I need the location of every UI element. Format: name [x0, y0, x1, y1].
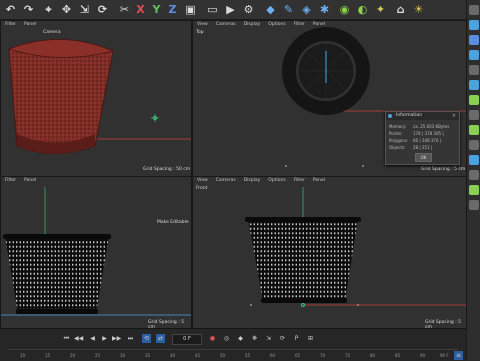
uv-mode-icon[interactable] — [469, 65, 479, 75]
tick-90: 90 — [420, 353, 426, 358]
end-frame-label: 90 F — [440, 353, 449, 358]
timeline-bar: ⏮ ◀◀ ◀ ▶ ▶▶ ⏭ ⟲ ⇄ 0 F ● ◎ ◆ ✥ ⇲ ⟳ P ⊞ 10… — [0, 328, 466, 361]
camera-icon[interactable]: ⌂ — [394, 3, 407, 16]
tick-55: 55 — [245, 353, 251, 358]
basket-right-view — [1, 187, 191, 316]
info-icon — [388, 114, 392, 118]
play-icon[interactable]: ▶ — [100, 334, 109, 343]
autokey-icon[interactable]: ◎ — [222, 334, 231, 343]
tick-75: 75 — [345, 353, 351, 358]
field-icon[interactable]: ✦ — [374, 3, 387, 16]
param-key-icon[interactable]: P — [292, 334, 301, 343]
tick-20: 20 — [70, 353, 76, 358]
undo-icon[interactable]: ↶ — [4, 3, 17, 16]
y-axis-icon[interactable]: Y — [150, 3, 163, 16]
sculpt-icon[interactable] — [469, 200, 479, 210]
ok-button[interactable]: OK — [415, 153, 432, 162]
render-view-icon[interactable]: ▶ — [224, 3, 237, 16]
tick-15: 15 — [45, 353, 51, 358]
record-icon[interactable]: ● — [208, 334, 217, 343]
tick-60: 60 — [270, 353, 276, 358]
basket-front-view — [245, 187, 466, 307]
array-icon[interactable]: ✱ — [318, 3, 331, 16]
lock-icon[interactable] — [469, 140, 479, 150]
axis-mode-icon[interactable] — [469, 80, 479, 90]
dialog-header: Information × — [386, 112, 459, 120]
solo-icon[interactable] — [469, 155, 479, 165]
tick-70: 70 — [320, 353, 326, 358]
viewport-right[interactable]: Filter Panel Make Editable Grid Spacing :… — [0, 176, 192, 330]
select-icon[interactable]: ⌖ — [42, 3, 55, 16]
tick-85: 85 — [395, 353, 401, 358]
light-icon[interactable]: ☀ — [412, 3, 425, 16]
tick-80: 80 — [370, 353, 376, 358]
info-points-label: Points: — [389, 131, 403, 136]
tick-50: 50 — [220, 353, 226, 358]
timeline-ruler[interactable] — [8, 349, 458, 350]
close-icon[interactable]: × — [452, 112, 456, 120]
scale-key-icon[interactable]: ⇲ — [264, 334, 273, 343]
viewport-perspective[interactable]: Filter Panel Camera Grid Spacing : 50 cm — [0, 20, 192, 177]
move-icon[interactable]: ✥ — [60, 3, 73, 16]
timeline-settings-icon[interactable]: ≡ — [454, 351, 463, 360]
coordinate-system-icon[interactable]: ▣ — [184, 3, 197, 16]
tick-45: 45 — [195, 353, 201, 358]
paint-icon[interactable] — [469, 185, 479, 195]
next-frame-icon[interactable]: ▶▶ — [112, 334, 121, 343]
tick-30: 30 — [120, 353, 126, 358]
info-points-value: 178 | 378 305 | — [413, 131, 444, 136]
info-objects-label: Objects: — [389, 145, 406, 150]
position-key-icon[interactable]: ✥ — [250, 334, 259, 343]
pen-icon[interactable]: ✎ — [282, 3, 295, 16]
rotate-icon[interactable]: ⟳ — [96, 3, 109, 16]
keyframe-icon[interactable]: ◆ — [236, 334, 245, 343]
workplane-icon[interactable] — [469, 110, 479, 120]
snap-icon[interactable]: ✂ — [118, 3, 131, 16]
tweak-icon[interactable] — [469, 170, 479, 180]
points-mode-icon[interactable] — [469, 20, 479, 30]
info-polygons-value: 66 | 348 376 | — [413, 138, 442, 143]
grid-spacing-label: Grid Spacing : 5 cm — [421, 167, 466, 172]
go-to-start-icon[interactable]: ⏮ — [62, 334, 71, 343]
tick-65: 65 — [295, 353, 301, 358]
go-to-end-icon[interactable]: ⏭ — [126, 334, 135, 343]
prev-key-icon[interactable]: ◀◀ — [74, 334, 83, 343]
basket-perspective-render — [7, 38, 191, 154]
subdivision-icon[interactable]: ◈ — [300, 3, 313, 16]
information-dialog: Information × Memory: ca. 25 603 KBytes … — [385, 111, 460, 165]
tick-40: 40 — [170, 353, 176, 358]
right-toolbar — [466, 0, 480, 360]
texture-mode-icon[interactable] — [469, 95, 479, 105]
scale-icon[interactable]: ⇲ — [78, 3, 91, 16]
z-axis-icon[interactable]: Z — [166, 3, 179, 16]
x-axis-icon[interactable]: X — [134, 3, 147, 16]
info-memory-value: ca. 25 603 KBytes — [413, 124, 450, 129]
viewport-front[interactable]: View Cameras Display Options Filter Panel Fro… — [192, 176, 467, 330]
deformer-icon[interactable]: ◉ — [338, 3, 351, 16]
tick-35: 35 — [145, 353, 151, 358]
tick-10: 10 — [20, 353, 26, 358]
loop-icon[interactable]: ⟲ — [142, 334, 151, 343]
edges-mode-icon[interactable] — [469, 35, 479, 45]
info-polygons-label: Polygons: — [389, 138, 409, 143]
current-frame-field[interactable]: 0 F — [172, 334, 202, 345]
render-region-icon[interactable]: ▭ — [206, 3, 219, 16]
redo-icon[interactable]: ↷ — [22, 3, 35, 16]
main-toolbar: ↶ ↷ ⌖ ✥ ⇲ ⟳ ✂ X Y Z ▣ ▭ ▶ ⚙ ◆ ✎ ◈ ✱ ◉ ◐ … — [0, 0, 466, 20]
key-mode-icon[interactable]: ⇄ — [156, 334, 165, 343]
info-memory-label: Memory: — [389, 124, 407, 129]
effector-icon[interactable]: ◐ — [356, 3, 369, 16]
info-objects-value: 28 | 251 | — [413, 145, 433, 150]
point-level-icon[interactable]: ⊞ — [306, 334, 315, 343]
grid-spacing-label: Grid Spacing : 50 cm — [143, 167, 191, 172]
tick-25: 25 — [95, 353, 101, 358]
cube-icon[interactable]: ◆ — [264, 3, 277, 16]
rotation-key-icon[interactable]: ⟳ — [278, 334, 287, 343]
model-mode-icon[interactable] — [469, 5, 479, 15]
snap-settings-icon[interactable] — [469, 125, 479, 135]
render-settings-icon[interactable]: ⚙ — [242, 3, 255, 16]
prev-frame-icon[interactable]: ◀ — [88, 334, 97, 343]
polygons-mode-icon[interactable] — [469, 50, 479, 60]
dialog-title: Information — [396, 113, 423, 118]
